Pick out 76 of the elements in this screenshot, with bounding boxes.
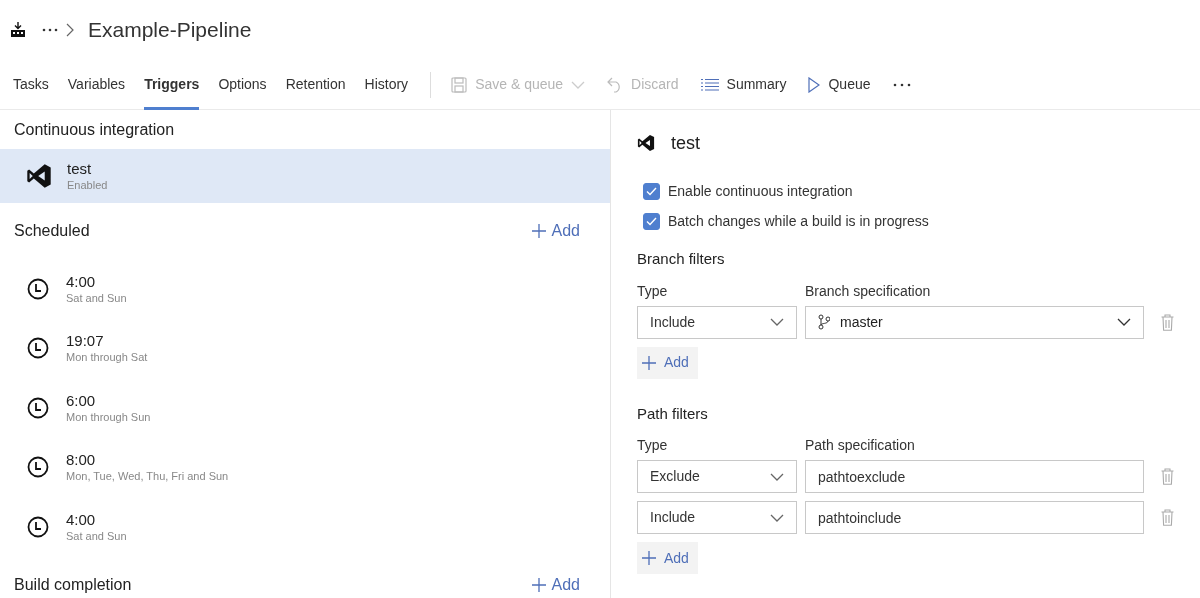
path-input[interactable]: pathtoexclude <box>805 460 1144 493</box>
play-icon <box>808 76 821 93</box>
visual-studio-icon <box>26 163 52 189</box>
save-icon <box>451 76 468 93</box>
add-button[interactable]: Add <box>637 542 698 574</box>
tab[interactable]: Options <box>218 59 267 110</box>
page-title: Example-Pipeline <box>88 17 252 44</box>
section-heading: Continuous integration <box>13 119 176 140</box>
chevron-down-icon <box>571 80 586 89</box>
trigger-item[interactable]: test Enabled <box>0 149 610 203</box>
filter-heading: Path filters <box>637 403 709 424</box>
checkbox[interactable] <box>643 182 660 200</box>
summary-button[interactable]: Summary <box>700 74 787 95</box>
section-heading: Build completion <box>13 574 133 595</box>
delete-button[interactable] <box>1161 468 1174 485</box>
filter-heading: Branch filters <box>637 249 726 269</box>
checkmark-icon <box>646 186 657 196</box>
section-heading: Scheduled <box>13 221 91 241</box>
clock-icon <box>27 456 49 479</box>
tab[interactable]: Triggers <box>144 59 200 110</box>
checkbox-label: Batch changes while a build is in progress <box>668 211 929 231</box>
branch-icon <box>818 314 830 330</box>
more-button[interactable] <box>42 28 58 32</box>
schedule-time: 19:07 <box>66 332 105 351</box>
tab[interactable]: Variables <box>67 59 126 110</box>
tab[interactable]: Tasks <box>13 59 49 110</box>
chevron-down-icon <box>770 513 784 522</box>
clock-icon <box>27 396 49 419</box>
schedule-time: 4:00 <box>66 272 97 291</box>
pipeline-icon <box>10 22 26 38</box>
list-icon <box>700 77 719 92</box>
schedule-time: 8:00 <box>66 451 97 470</box>
delete-button[interactable] <box>1161 509 1174 526</box>
plus-icon <box>642 355 656 370</box>
type-dropdown[interactable]: Include <box>637 305 797 339</box>
trigger-status: Enabled <box>67 178 108 192</box>
schedule-time: 4:00 <box>66 510 97 529</box>
type-dropdown[interactable]: Include <box>637 501 797 534</box>
plus-icon <box>642 551 656 565</box>
branch-dropdown[interactable]: master <box>805 305 1144 339</box>
more-icon <box>892 82 911 87</box>
chevron-down-icon <box>770 318 784 326</box>
schedule-days: Mon, Tue, Wed, Thu, Fri and Sun <box>66 469 229 484</box>
type-dropdown[interactable]: Exclude <box>637 460 797 493</box>
delete-button[interactable] <box>1161 313 1174 331</box>
add-button[interactable]: Add <box>531 572 580 597</box>
trigger-name: test <box>67 160 93 178</box>
field-label: Type <box>637 436 669 455</box>
chevron-right-icon <box>66 23 74 37</box>
add-button[interactable]: Add <box>637 346 698 379</box>
detail-title: test <box>671 131 700 155</box>
chevron-down-icon <box>770 472 784 481</box>
schedule-time: 6:00 <box>66 391 97 410</box>
visual-studio-icon <box>637 134 655 152</box>
chevron-down-icon <box>1117 318 1131 326</box>
checkmark-icon <box>646 216 657 226</box>
field-label: Path specification <box>805 436 915 455</box>
field-label: Type <box>637 281 669 301</box>
schedule-days: Sat and Sun <box>66 290 127 305</box>
checkbox[interactable] <box>643 212 660 230</box>
clock-icon <box>27 277 49 300</box>
plus-icon <box>531 224 546 238</box>
tab[interactable]: History <box>364 59 409 110</box>
add-button[interactable]: Add <box>531 219 580 243</box>
checkbox-label: Enable continuous integration <box>668 181 853 201</box>
path-input[interactable]: pathtoinclude <box>805 501 1144 534</box>
schedule-days: Sat and Sun <box>66 528 127 543</box>
schedule-days: Mon through Sat <box>66 350 148 365</box>
plus-icon <box>531 577 546 592</box>
tab[interactable]: Retention <box>285 59 346 110</box>
more-button[interactable] <box>892 82 911 87</box>
clock-icon <box>27 337 49 360</box>
schedule-days: Mon through Sun <box>66 409 151 424</box>
field-label: Branch specification <box>805 281 931 301</box>
clock-icon <box>27 515 49 538</box>
queue-button[interactable]: Queue <box>808 74 871 95</box>
